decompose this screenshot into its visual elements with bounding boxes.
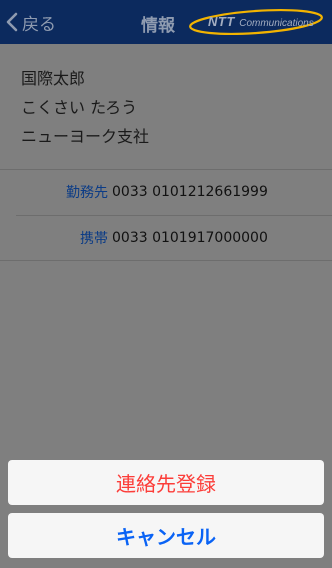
ntt-communications-logo: NTT Communications — [188, 8, 326, 36]
cancel-button[interactable]: キャンセル — [8, 513, 324, 558]
phone-label-mobile: 携帯 — [80, 231, 108, 247]
phone-label-work: 勤務先 — [66, 185, 108, 201]
section-divider-bottom — [0, 260, 332, 261]
logo-brand: NTT — [208, 14, 235, 29]
phone-number-mobile[interactable]: 0033 0101917000000 — [112, 230, 268, 246]
contact-reading: こくさい たろう — [21, 98, 138, 117]
phone-row-work[interactable]: 勤務先 0033 0101212661999 — [0, 170, 332, 214]
register-contact-button[interactable]: 連絡先登録 — [8, 460, 324, 505]
contact-office: ニューヨーク支社 — [21, 127, 150, 146]
phone-number-work[interactable]: 0033 0101212661999 — [112, 184, 268, 200]
contact-info: 国際太郎 こくさい たろう ニューヨーク支社 — [21, 64, 149, 151]
logo-sub: Communications — [239, 18, 314, 29]
phone-row-mobile[interactable]: 携帯 0033 0101917000000 — [0, 216, 332, 260]
contact-name: 国際太郎 — [21, 69, 86, 88]
navigation-bar: 戻る 情報 NTT Communications — [0, 0, 332, 44]
